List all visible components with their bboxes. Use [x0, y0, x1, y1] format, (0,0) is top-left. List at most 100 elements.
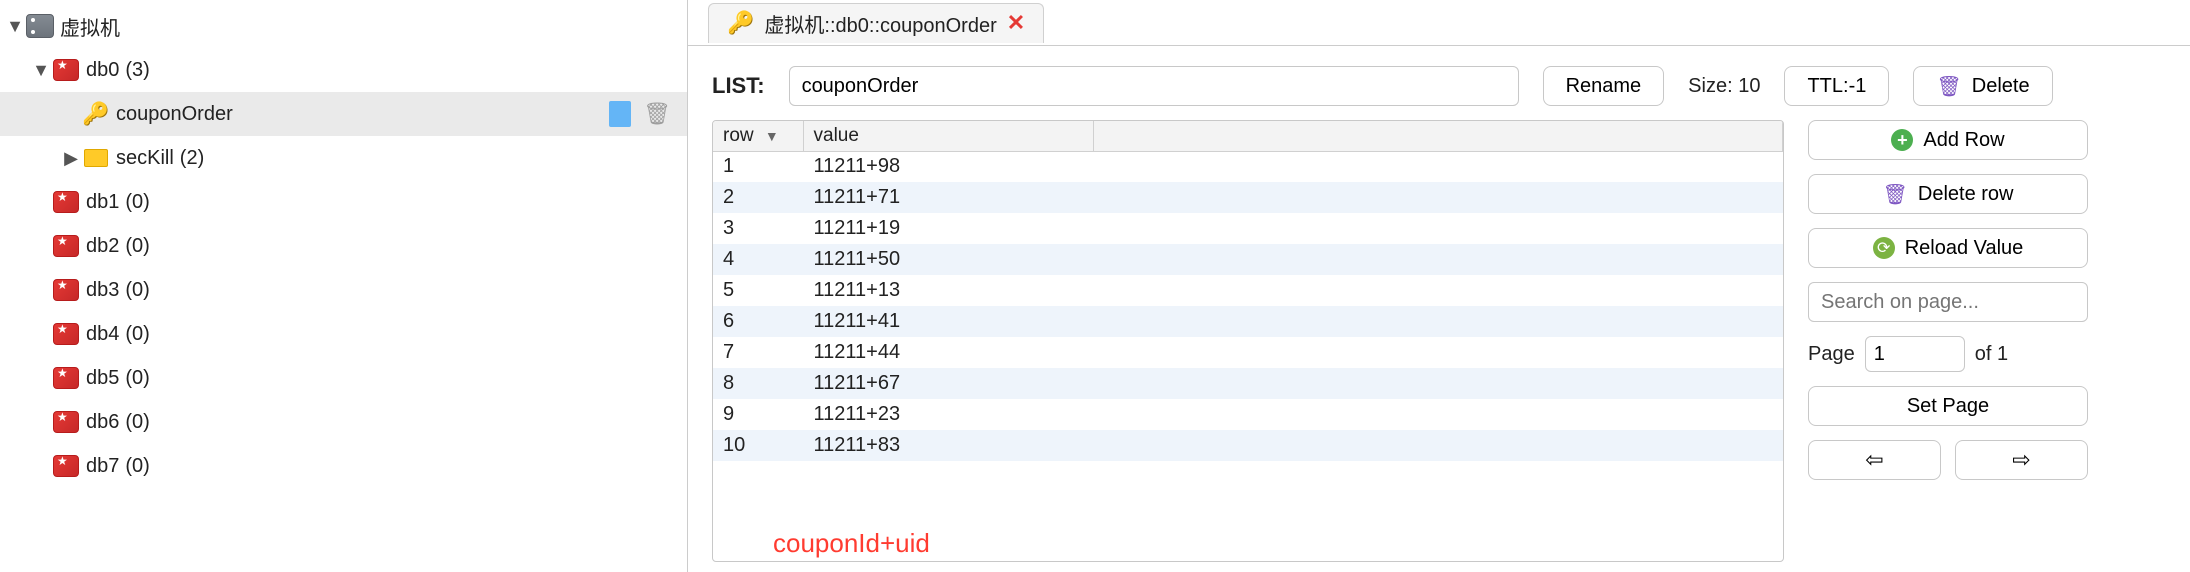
tree-db3[interactable]: db3 (0) — [0, 268, 687, 312]
cell-empty — [1093, 151, 1783, 182]
col-row[interactable]: row ▼ — [713, 121, 803, 151]
tree-db2-label: db2 — [86, 235, 119, 258]
cell-value: 11211+50 — [803, 244, 1093, 275]
trash-icon: 🗑 — [1883, 182, 1908, 207]
search-input[interactable] — [1808, 282, 2088, 322]
table-row[interactable]: 511211+13 — [713, 275, 1783, 306]
cell-row: 5 — [713, 275, 803, 306]
set-page-button[interactable]: Set Page — [1808, 386, 2088, 426]
cell-row: 2 — [713, 182, 803, 213]
close-icon[interactable]: ✕ — [1007, 10, 1025, 36]
database-icon — [53, 191, 79, 213]
cell-empty — [1093, 213, 1783, 244]
trash-icon: 🗑 — [1936, 74, 1961, 99]
next-page-button[interactable]: ⇨ — [1955, 440, 2088, 480]
reload-icon: ⟳ — [1873, 237, 1895, 259]
tree-db6[interactable]: db6 (0) — [0, 400, 687, 444]
table-row[interactable]: 411211+50 — [713, 244, 1783, 275]
cell-row: 7 — [713, 337, 803, 368]
page-input[interactable] — [1865, 336, 1965, 372]
cell-empty — [1093, 337, 1783, 368]
cell-empty — [1093, 306, 1783, 337]
tab-couponorder[interactable]: 🔑 虚拟机::db0::couponOrder ✕ — [708, 3, 1044, 43]
page-label: Page — [1808, 343, 1855, 366]
cell-row: 9 — [713, 399, 803, 430]
cell-row: 1 — [713, 151, 803, 182]
tree-db3-label: db3 — [86, 279, 119, 302]
page-of: of 1 — [1975, 343, 2008, 366]
sort-icon: ▼ — [765, 128, 779, 144]
prev-page-button[interactable]: ⇦ — [1808, 440, 1941, 480]
tree-root[interactable]: ▼ 虚拟机 — [0, 4, 687, 48]
tree-db1[interactable]: db1 (0) — [0, 180, 687, 224]
tree-db2[interactable]: db2 (0) — [0, 224, 687, 268]
file-action-icon[interactable] — [609, 101, 631, 127]
cell-value: 11211+71 — [803, 182, 1093, 213]
col-value[interactable]: value — [803, 121, 1093, 151]
tree-db7[interactable]: db7 (0) — [0, 444, 687, 488]
tree-db0-count: (3) — [125, 59, 149, 82]
content-row: row ▼ value 111211+98211211+71311211+194… — [688, 120, 2190, 572]
col-empty — [1093, 121, 1783, 151]
table-row[interactable]: 111211+98 — [713, 151, 1783, 182]
table-row[interactable]: 811211+67 — [713, 368, 1783, 399]
tab-title: 虚拟机::db0::couponOrder — [764, 9, 996, 38]
list-table: row ▼ value 111211+98211211+71311211+194… — [712, 120, 1784, 562]
database-icon — [53, 455, 79, 477]
tree-db6-label: db6 — [86, 411, 119, 434]
cell-empty — [1093, 430, 1783, 461]
side-actions: + Add Row 🗑 Delete row ⟳ Reload Value Pa… — [1808, 120, 2088, 562]
tree-key-label: couponOrder — [116, 103, 233, 126]
key-name-input[interactable] — [789, 66, 1519, 106]
table-row[interactable]: 311211+19 — [713, 213, 1783, 244]
add-row-button[interactable]: + Add Row — [1808, 120, 2088, 160]
cell-value: 11211+67 — [803, 368, 1093, 399]
page-row: Page of 1 — [1808, 336, 2088, 372]
tree-db5-label: db5 — [86, 367, 119, 390]
trash-icon[interactable]: 🗑 — [643, 101, 671, 127]
tree-folder-label: secKill — [116, 147, 174, 170]
type-label: LIST: — [712, 73, 765, 99]
table-row[interactable]: 911211+23 — [713, 399, 1783, 430]
cell-empty — [1093, 368, 1783, 399]
chevron-down-icon: ▼ — [4, 16, 26, 37]
tree-folder-count: (2) — [180, 147, 204, 170]
cell-row: 10 — [713, 430, 803, 461]
tree-db1-count: (0) — [125, 191, 149, 214]
delete-row-button[interactable]: 🗑 Delete row — [1808, 174, 2088, 214]
tree-key-couponorder[interactable]: 🔑 couponOrder 🗑 — [0, 92, 687, 136]
key-icon: 🔑 — [727, 10, 754, 36]
tree-db4[interactable]: db4 (0) — [0, 312, 687, 356]
cell-row: 8 — [713, 368, 803, 399]
tree-db0[interactable]: ▼ db0 (3) — [0, 48, 687, 92]
cell-value: 11211+13 — [803, 275, 1093, 306]
delete-key-button[interactable]: 🗑 Delete — [1913, 66, 2052, 106]
database-icon — [53, 279, 79, 301]
tree-db4-count: (0) — [125, 323, 149, 346]
chevron-down-icon: ▼ — [30, 60, 52, 81]
cell-row: 4 — [713, 244, 803, 275]
tree-db5[interactable]: db5 (0) — [0, 356, 687, 400]
plus-icon: + — [1891, 129, 1913, 151]
rename-button[interactable]: Rename — [1543, 66, 1665, 106]
cell-value: 11211+44 — [803, 337, 1093, 368]
cell-value: 11211+19 — [803, 213, 1093, 244]
reload-button[interactable]: ⟳ Reload Value — [1808, 228, 2088, 268]
cell-row: 6 — [713, 306, 803, 337]
chevron-right-icon: ▶ — [60, 148, 82, 169]
tree-folder-seckill[interactable]: ▶ secKill (2) — [0, 136, 687, 180]
cell-row: 3 — [713, 213, 803, 244]
cell-empty — [1093, 182, 1783, 213]
tree-db7-count: (0) — [125, 455, 149, 478]
tree-root-label: 虚拟机 — [60, 12, 120, 41]
cell-value: 11211+23 — [803, 399, 1093, 430]
annotation-text: couponId+uid — [773, 528, 930, 559]
database-icon — [53, 59, 79, 81]
table-row[interactable]: 1011211+83 — [713, 430, 1783, 461]
table-row[interactable]: 711211+44 — [713, 337, 1783, 368]
database-icon — [53, 367, 79, 389]
table-row[interactable]: 611211+41 — [713, 306, 1783, 337]
tree-db5-count: (0) — [125, 367, 149, 390]
ttl-button[interactable]: TTL:-1 — [1784, 66, 1889, 106]
table-row[interactable]: 211211+71 — [713, 182, 1783, 213]
